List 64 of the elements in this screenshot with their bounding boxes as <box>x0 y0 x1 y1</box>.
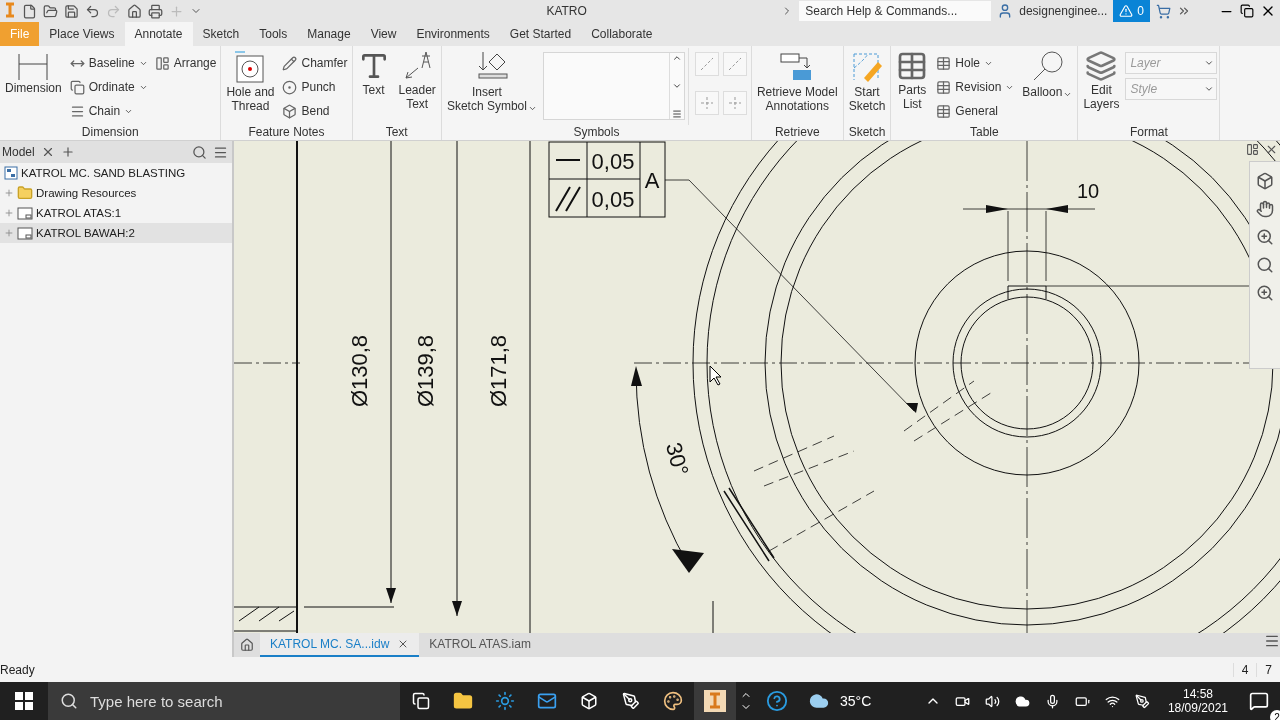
datum-label: A <box>644 168 660 193</box>
tolerance-value: 0,05 <box>591 187 635 212</box>
panel-title: Dimension <box>80 125 140 140</box>
ribbon-tab[interactable]: Get Started <box>499 22 582 46</box>
dimension-text: 30° <box>660 439 694 479</box>
ribbon-button[interactable]: Revision <box>934 76 1017 98</box>
ribbon-button[interactable]: Balloon <box>1019 48 1076 125</box>
tree-item[interactable]: KATROL ATAS:1 <box>0 203 232 223</box>
tree-item[interactable]: KATROL BAWAH:2 <box>0 223 232 243</box>
ribbon-tab[interactable]: Place Views <box>39 22 125 46</box>
panel-title: Sketch <box>847 125 887 140</box>
notification-count: 2 <box>1270 710 1280 720</box>
ribbon-button[interactable]: Parts List <box>893 48 932 125</box>
dimension-text: 10 <box>1076 180 1100 202</box>
alert-button[interactable]: 0 <box>1113 0 1150 22</box>
panel-title: Retrieve <box>773 125 821 140</box>
panel-title: Symbols <box>572 125 621 140</box>
clock[interactable]: 14:58 18/09/2021 <box>1157 687 1238 715</box>
dimension-text: Ø139,8 <box>413 334 438 408</box>
browser-tab[interactable]: Model <box>2 145 35 159</box>
taskbar-search-field[interactable]: Type here to search <box>48 682 400 720</box>
ribbon-button[interactable]: Bend <box>280 100 350 122</box>
ribbon-button[interactable]: Baseline <box>67 52 150 74</box>
ribbon-button[interactable]: Punch <box>280 76 350 98</box>
ribbon-tab[interactable]: Manage <box>297 22 361 46</box>
window-title: KATRO <box>545 4 587 18</box>
ribbon-button[interactable]: Chamfer <box>280 52 350 74</box>
dimension-text: Ø171,8 <box>486 334 511 408</box>
ribbon-button[interactable]: Edit Layers <box>1080 48 1123 125</box>
dimension-text: Ø130,8 <box>347 334 372 408</box>
status-text: Ready <box>0 662 36 677</box>
ribbon-button[interactable]: Text <box>354 48 393 125</box>
ribbon-button[interactable]: Arrange <box>152 52 219 74</box>
ribbon-button[interactable]: Hole and Thread <box>223 48 278 125</box>
document-tab[interactable]: KATROL MC. SA...idw <box>260 633 420 657</box>
panel-title: Format <box>1128 125 1169 140</box>
ribbon-tab[interactable]: Tools <box>249 22 298 46</box>
ribbon-tab[interactable]: Sketch <box>192 22 250 46</box>
panel-title: Feature Notes <box>247 125 326 140</box>
ribbon-button[interactable]: Retrieve Model Annotations <box>753 48 841 125</box>
panel-title: Table <box>969 125 1000 140</box>
ribbon-button[interactable]: General <box>934 100 1017 122</box>
status-value: 4 <box>1232 662 1257 677</box>
temperature: 35°C <box>840 693 872 709</box>
tree-item[interactable]: KATROL MC. SAND BLASTING <box>0 163 232 183</box>
ribbon-button[interactable]: Start Sketch <box>845 48 889 125</box>
status-value: 7 <box>1256 662 1280 677</box>
ribbon-button[interactable]: Ordinate <box>67 76 150 98</box>
ribbon-button[interactable]: Chain <box>67 100 150 122</box>
tolerance-value: 0,05 <box>591 149 635 174</box>
panel-title: Text <box>384 125 409 140</box>
ribbon-button[interactable]: Insert Sketch Symbol <box>443 48 540 125</box>
search-field[interactable]: Search Help & Commands... <box>799 1 992 21</box>
tree-item[interactable]: Drawing Resources <box>0 183 232 203</box>
ribbon-tab[interactable]: Collaborate <box>581 22 663 46</box>
document-tab[interactable]: KATROL ATAS.iam <box>419 633 541 657</box>
ribbon-button[interactable]: Hole <box>934 52 1017 74</box>
user-menu[interactable]: designenginee... <box>1019 4 1108 18</box>
ribbon-tab[interactable]: View <box>360 22 407 46</box>
ribbon-tab[interactable]: Environments <box>406 22 500 46</box>
notifications-icon[interactable]: 2 <box>1238 682 1280 720</box>
ribbon-button[interactable]: Dimension <box>2 48 65 125</box>
ribbon-tab[interactable]: Annotate <box>124 22 193 46</box>
ribbon-button[interactable]: Leader Text <box>395 48 439 125</box>
